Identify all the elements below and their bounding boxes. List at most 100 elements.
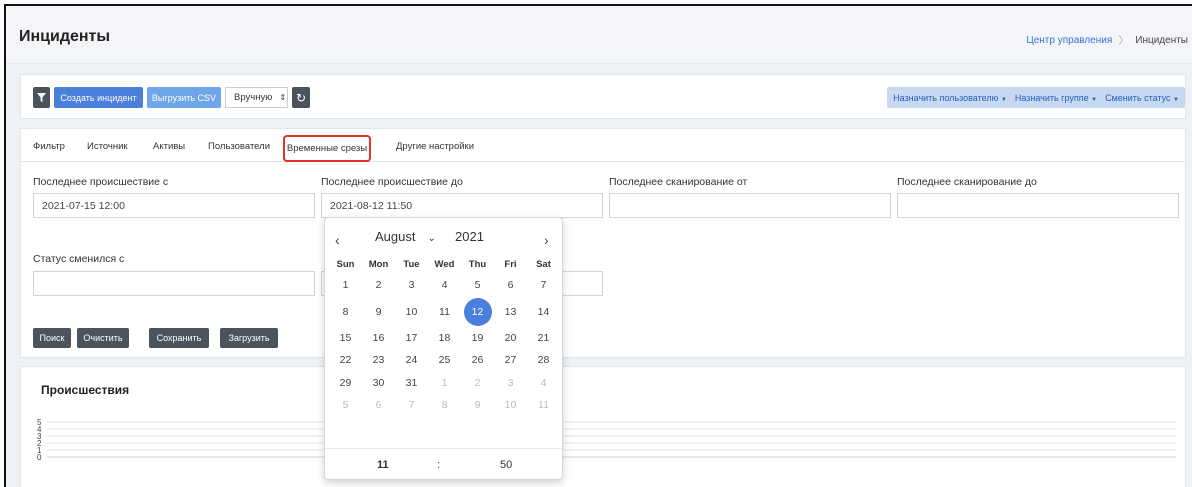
calendar-day[interactable]: 11 — [428, 297, 461, 327]
calendar-day-other-month[interactable]: 8 — [428, 394, 461, 417]
last-incident-from-input[interactable]: 2021-07-15 12:00 — [33, 193, 315, 218]
select-arrows-icon: ⇕ — [279, 93, 287, 102]
app-frame: Инциденты Центр управления 〉 Инциденты С… — [4, 4, 1192, 487]
year-value[interactable]: 2021 — [455, 229, 484, 244]
chevron-left-icon[interactable]: ‹ — [335, 232, 340, 248]
calendar-day[interactable]: 19 — [461, 327, 494, 350]
filter-button[interactable] — [33, 87, 50, 108]
calendar-day[interactable]: 21 — [527, 327, 560, 350]
search-button[interactable]: Поиск — [33, 328, 71, 348]
tab-source[interactable]: Источник — [87, 141, 128, 152]
date-picker-popup: ‹ August ⌄ 2021 › Sun Mon Tue Wed Thu Fri… — [324, 217, 563, 480]
assign-group-dropdown[interactable]: Назначить группе ▼ — [1015, 93, 1097, 103]
chevron-right-icon[interactable]: › — [544, 232, 549, 248]
chevron-down-icon: ⌄ — [427, 233, 436, 244]
tab-users[interactable]: Пользователи — [208, 141, 270, 152]
caret-down-icon: ▼ — [1173, 96, 1179, 103]
month-select[interactable]: August ⌄ — [375, 229, 436, 244]
hour-input[interactable]: 11 — [377, 459, 389, 471]
tab-filter[interactable]: Фильтр — [33, 141, 65, 152]
calendar-week: 5 6 7 8 9 10 11 — [329, 394, 560, 417]
refresh-mode-value: Вручную — [234, 92, 273, 103]
weekday-label: Wed — [434, 259, 455, 270]
last-scan-to-input[interactable] — [897, 193, 1179, 218]
change-status-label: Сменить статус — [1105, 92, 1171, 103]
calendar-day[interactable]: 7 — [527, 274, 560, 297]
minute-input[interactable]: 50 — [500, 459, 512, 471]
calendar-day[interactable]: 9 — [362, 297, 395, 327]
calendar-day[interactable]: 28 — [527, 349, 560, 372]
tab-time-slices[interactable]: Временные срезы — [283, 135, 371, 162]
calendar-day[interactable]: 30 — [362, 372, 395, 395]
weekday-label: Mon — [368, 259, 389, 270]
calendar-day[interactable]: 25 — [428, 349, 461, 372]
calendar-day[interactable]: 10 — [395, 297, 428, 327]
calendar-day[interactable]: 24 — [395, 349, 428, 372]
calendar-day[interactable]: 8 — [329, 297, 362, 327]
calendar-day[interactable]: 18 — [428, 327, 461, 350]
breadcrumb-link-dashboard[interactable]: Центр управления — [1026, 35, 1112, 46]
calendar-day[interactable]: 26 — [461, 349, 494, 372]
calendar-day[interactable]: 3 — [395, 274, 428, 297]
calendar-day[interactable]: 2 — [362, 274, 395, 297]
weekday-header: Sun Mon Tue Wed Thu Fri Sat — [329, 258, 560, 274]
load-button[interactable]: Загрузить — [220, 328, 278, 348]
filter-panel: Фильтр Источник Активы Пользователи Врем… — [20, 128, 1186, 358]
status-changed-from-input[interactable] — [33, 271, 315, 296]
calendar-day-other-month[interactable]: 7 — [395, 394, 428, 417]
calendar-day-other-month[interactable]: 10 — [494, 394, 527, 417]
calendar-day[interactable]: 13 — [494, 297, 527, 327]
calendar-day-other-month[interactable]: 11 — [527, 394, 560, 417]
calendar-day[interactable]: 29 — [329, 372, 362, 395]
change-status-dropdown[interactable]: Сменить статус ▼ — [1105, 93, 1179, 103]
incidents-chart-panel: Происшествия 5 4 3 2 1 0 — [20, 366, 1186, 487]
calendar-day-other-month[interactable]: 6 — [362, 394, 395, 417]
weekday-label: Sat — [536, 259, 551, 270]
save-button[interactable]: Сохранить — [149, 328, 209, 348]
refresh-mode-select[interactable]: Вручную ⇕ — [225, 87, 288, 108]
calendar-grid: Sun Mon Tue Wed Thu Fri Sat 1 2 3 4 5 6 … — [329, 258, 560, 417]
calendar-week: 15 16 17 18 19 20 21 — [329, 327, 560, 350]
toolbar: Создать инцидент Выгрузить CSV Вручную ⇕… — [20, 74, 1186, 119]
calendar-day[interactable]: 27 — [494, 349, 527, 372]
refresh-button[interactable]: ↻ — [292, 87, 310, 108]
breadcrumb: Центр управления 〉 Инциденты — [1026, 32, 1188, 48]
caret-down-icon: ▼ — [1000, 96, 1007, 103]
calendar-day[interactable]: 4 — [428, 274, 461, 297]
calendar-day-selected[interactable]: 12 — [461, 297, 494, 327]
chart-title: Происшествия — [41, 383, 130, 397]
calendar-day-other-month[interactable]: 3 — [494, 372, 527, 395]
calendar-day-other-month[interactable]: 2 — [461, 372, 494, 395]
create-incident-button[interactable]: Создать инцидент — [54, 87, 143, 108]
last-scan-to-label: Последнее сканирование до — [897, 176, 1037, 188]
calendar-day[interactable]: 1 — [329, 274, 362, 297]
assign-user-dropdown[interactable]: Назначить пользователю ▼ — [893, 93, 1007, 103]
calendar-day[interactable]: 16 — [362, 327, 395, 350]
calendar-day[interactable]: 15 — [329, 327, 362, 350]
calendar-day-other-month[interactable]: 5 — [329, 394, 362, 417]
weekday-label: Fri — [504, 259, 517, 270]
last-scan-from-label: Последнее сканирование от — [609, 176, 748, 188]
calendar-day[interactable]: 23 — [362, 349, 395, 372]
last-incident-to-input[interactable]: 2021-08-12 11:50 — [321, 193, 603, 218]
calendar-day[interactable]: 5 — [461, 274, 494, 297]
calendar-day[interactable]: 6 — [494, 274, 527, 297]
calendar-week: 8 9 10 11 12 13 14 — [329, 297, 560, 327]
calendar-day[interactable]: 17 — [395, 327, 428, 350]
calendar-day[interactable]: 22 — [329, 349, 362, 372]
calendar-day[interactable]: 14 — [527, 297, 560, 327]
calendar-day[interactable]: 20 — [494, 327, 527, 350]
calendar-day[interactable]: 31 — [395, 372, 428, 395]
clear-button[interactable]: Очистить — [77, 328, 129, 348]
chevron-right-icon: 〉 — [1118, 35, 1130, 47]
status-changed-from-label: Статус сменился с — [33, 253, 125, 265]
tab-assets[interactable]: Активы — [153, 141, 185, 152]
export-csv-button[interactable]: Выгрузить CSV — [147, 87, 221, 108]
tab-other-settings[interactable]: Другие настройки — [396, 141, 474, 152]
last-scan-from-input[interactable] — [609, 193, 891, 218]
calendar-day-other-month[interactable]: 1 — [428, 372, 461, 395]
last-incident-to-label: Последнее происшествие до — [321, 176, 463, 188]
calendar-day-other-month[interactable]: 4 — [527, 372, 560, 395]
refresh-icon: ↻ — [295, 90, 307, 105]
calendar-day-other-month[interactable]: 9 — [461, 394, 494, 417]
